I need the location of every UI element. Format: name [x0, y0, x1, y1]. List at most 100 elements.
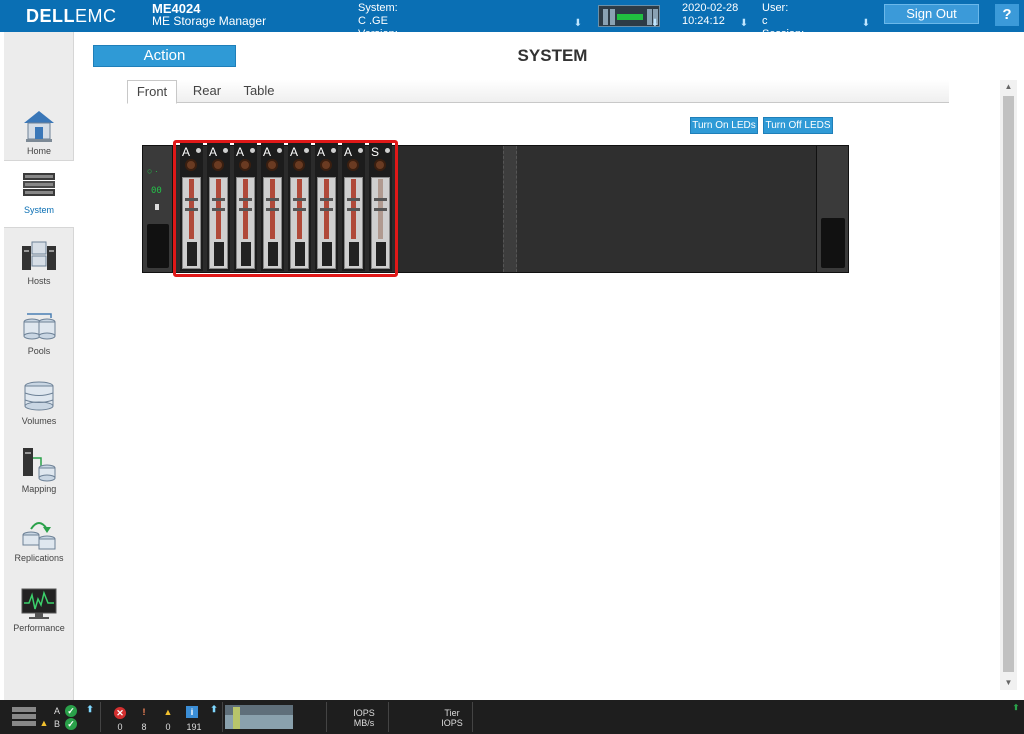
dellemc-logo: DELLEMC [26, 6, 117, 27]
disk-slot-1[interactable]: A [207, 143, 230, 271]
controller-a-ok-icon: ✓ [65, 705, 77, 717]
sidebar-item-performance[interactable]: Performance [4, 579, 74, 647]
sidebar-nav: Home System Hosts Pools Volumes Mapping … [4, 32, 74, 700]
sidebar-label-hosts: Hosts [27, 276, 51, 286]
status-led-icon [155, 204, 159, 210]
current-date: 2020-02-28 [682, 2, 739, 14]
sidebar-item-system[interactable]: System [4, 160, 74, 228]
info-icon[interactable]: i [186, 706, 198, 718]
user-info[interactable]: User: c Session: 29:45 [762, 2, 804, 54]
activity-graph[interactable] [225, 705, 293, 729]
sidebar-item-mapping[interactable]: Mapping [4, 440, 74, 508]
vertical-scrollbar[interactable]: ▲ ▼ [1000, 80, 1017, 690]
enclosure-left-ear: ○ · 00 [143, 146, 173, 272]
right-handle [821, 218, 845, 268]
disk-latch-icon [212, 159, 224, 171]
performance-icon [21, 588, 57, 619]
enclosure-warning-icon: ▲ [39, 718, 49, 728]
scroll-up-arrow-icon[interactable]: ▲ [1000, 80, 1017, 94]
disk-label: S [371, 145, 380, 159]
disk-label: A [317, 145, 326, 159]
sidebar-label-volumes: Volumes [21, 416, 57, 426]
enclosure-right-ear [816, 146, 848, 272]
disk-slot-7-spare[interactable]: S [369, 143, 392, 271]
disk-latch-icon [293, 159, 305, 171]
view-tabs: Front Rear Table [127, 80, 949, 104]
disk-slot-3[interactable]: A [261, 143, 284, 271]
action-button[interactable]: Action [93, 45, 236, 67]
disk-label: A [263, 145, 272, 159]
home-icon [24, 111, 54, 142]
info-count: 191 [186, 722, 202, 732]
sidebar-label-performance: Performance [13, 623, 65, 633]
scroll-down-arrow-icon[interactable]: ▼ [1000, 676, 1017, 690]
error-icon[interactable]: ✕ [114, 707, 126, 719]
sign-out-button[interactable]: Sign Out [884, 4, 979, 24]
disk-slot-2[interactable]: A [234, 143, 257, 271]
controller-b-ok-icon: ✓ [65, 718, 77, 730]
status-bar: ▲ A B ✓ ✓ ⬆ ✕ 0 ! 8 ▲ 0 i 191 ⬆ IOPS MB/… [0, 700, 1024, 734]
sidebar-label-replications: Replications [14, 553, 64, 563]
disk-latch-icon [320, 159, 332, 171]
hosts-icon [22, 241, 56, 270]
sidebar-label-home: Home [26, 146, 51, 156]
user-line: User: c [762, 2, 804, 28]
disk-slot-4[interactable]: A [288, 143, 311, 271]
user-name: c [762, 15, 768, 27]
sidebar-item-replications[interactable]: Replications [4, 509, 74, 577]
sidebar-item-hosts[interactable]: Hosts [4, 232, 74, 300]
statusbar-expand-arrow-icon[interactable]: ⬆ [1010, 702, 1022, 714]
system-name: C .GE [358, 15, 388, 27]
volumes-icon [24, 381, 54, 411]
disk-label: A [209, 145, 218, 159]
turn-off-leds-button[interactable]: Turn Off LEDS [763, 117, 833, 134]
enclosure-expand-arrow-icon[interactable]: ⬇ [650, 19, 660, 29]
mbs-label: MB/s [353, 718, 375, 728]
error-count: 0 [117, 722, 123, 732]
scrollbar-thumb[interactable] [1003, 96, 1014, 672]
warning-count: 0 [165, 722, 171, 732]
disk-slot-6[interactable]: A [342, 143, 365, 271]
controller-b-label: B [54, 719, 61, 729]
events-expand-arrow-icon[interactable]: ⬆ [208, 703, 220, 715]
sidebar-item-volumes[interactable]: Volumes [4, 372, 74, 440]
date-time[interactable]: 2020-02-28 10:24:12 [682, 2, 738, 28]
product-info: ME4024 ME Storage Manager [152, 2, 266, 28]
tab-front[interactable]: Front [127, 80, 177, 104]
top-header: DELLEMC ME4024 ME Storage Manager System… [0, 0, 1024, 53]
system-expand-arrow-icon[interactable]: ⬇ [573, 19, 583, 29]
critical-icon[interactable]: ! [138, 706, 150, 718]
disk-slot-5[interactable]: A [315, 143, 338, 271]
disk-label: A [236, 145, 245, 159]
disk-latch-icon [185, 159, 197, 171]
disk-latch-icon [347, 159, 359, 171]
disk-latch-icon [239, 159, 251, 171]
disk-slot-0[interactable]: A [180, 143, 203, 271]
left-handle [147, 224, 169, 268]
replications-icon [22, 522, 56, 550]
system-info[interactable]: System: C .GE Version: GT280R004-01 [358, 2, 434, 54]
sidebar-label-pools: Pools [27, 346, 51, 356]
controller-expand-arrow-icon[interactable]: ⬆ [84, 703, 96, 715]
datetime-expand-arrow-icon[interactable]: ⬇ [739, 19, 749, 29]
warning-icon[interactable]: ▲ [162, 706, 174, 718]
controller-a-label: A [54, 706, 61, 716]
product-name: ME Storage Manager [152, 14, 267, 28]
tab-table[interactable]: Table [237, 80, 281, 104]
turn-on-leds-button[interactable]: Turn On LEDs [690, 117, 758, 134]
sidebar-item-pools[interactable]: Pools [4, 302, 74, 370]
system-icon [23, 173, 55, 196]
current-time: 10:24:12 [682, 15, 725, 27]
enclosure-status-icon[interactable] [12, 706, 36, 728]
disk-label: A [182, 145, 191, 159]
iops-label: IOPS [353, 708, 375, 718]
tier-label: Tier [444, 708, 460, 718]
tab-rear[interactable]: Rear [185, 80, 229, 104]
enclosure-id-display: 00 [151, 186, 162, 196]
disk-label: A [344, 145, 353, 159]
user-expand-arrow-icon[interactable]: ⬇ [861, 19, 871, 29]
firmware-version: GT280R004-01 [358, 41, 434, 53]
logo-emc-text: EMC [75, 6, 117, 26]
help-button[interactable]: ? [995, 4, 1019, 26]
power-led-icon: ○ · [147, 166, 158, 176]
